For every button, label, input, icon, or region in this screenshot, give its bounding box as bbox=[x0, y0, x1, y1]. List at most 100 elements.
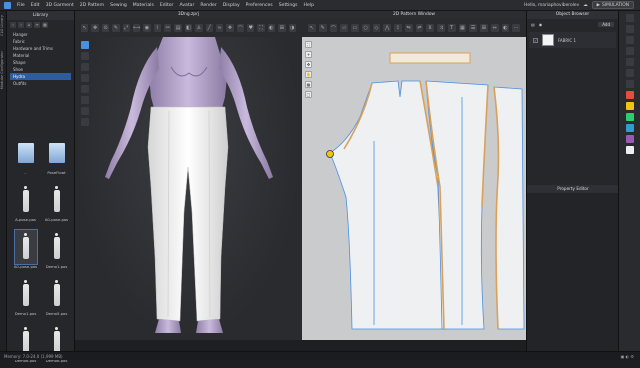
edit-curvature-icon[interactable]: ⌒ bbox=[329, 24, 338, 32]
clo-library-label[interactable]: CLO Library bbox=[0, 15, 7, 36]
library-item[interactable]: Demo5.pos bbox=[41, 277, 72, 321]
pattern-canvas[interactable] bbox=[302, 37, 526, 340]
edit-pattern-icon[interactable]: ✎ bbox=[318, 24, 327, 32]
3d-viewport[interactable]: 3Dng.zprj ↖ ✥ ⊙ ✎ ⤢ ⟷ ◉ ⌇ ✂ ▤ ◧ ♙ ╱ ≈ ❖ … bbox=[75, 11, 302, 340]
dart-icon[interactable]: ⋀ bbox=[383, 24, 391, 32]
tool-b-icon[interactable] bbox=[625, 36, 634, 44]
library-item[interactable]: Demo1.pos bbox=[10, 277, 41, 321]
fold-icon[interactable]: ⤢ bbox=[122, 24, 130, 32]
menu-preferences[interactable]: Preferences bbox=[246, 3, 273, 8]
segment-sewing-icon[interactable]: ⇋ bbox=[404, 24, 413, 32]
2d-pattern-window[interactable]: 2D Pattern Window ↖ ✎ ⌒ ▱ ▭ ○ ◇ ⋀ ⟟ ⇋ ⇌ … bbox=[302, 11, 526, 340]
text-icon[interactable]: T bbox=[447, 24, 456, 32]
tree-item-fabric[interactable]: Fabric bbox=[10, 38, 71, 45]
menu-file[interactable]: File bbox=[17, 3, 25, 8]
tab-fabric-icon[interactable]: ▤ bbox=[531, 22, 535, 27]
fabric-list-item[interactable]: ✓ FABRIC 1 bbox=[529, 32, 616, 48]
pattern-more-icon[interactable]: ⋯ bbox=[512, 24, 520, 32]
tree-item-hanger[interactable]: Hanger bbox=[10, 31, 71, 38]
capture-icon[interactable]: ⊞ bbox=[278, 24, 286, 32]
circle-icon[interactable]: ○ bbox=[361, 24, 370, 32]
menu-avatar[interactable]: Avatar bbox=[179, 3, 194, 8]
tool-c-icon[interactable] bbox=[625, 47, 634, 55]
pattern-view-icon[interactable]: ◐ bbox=[501, 24, 510, 32]
tree-item-outfits[interactable]: Outfits bbox=[10, 80, 71, 87]
tool-e-icon[interactable] bbox=[625, 69, 634, 77]
add-button[interactable]: Add bbox=[598, 21, 614, 27]
hanger-icon[interactable]: ⌒ bbox=[236, 24, 244, 32]
library-item[interactable]: .. bbox=[10, 136, 41, 180]
tool-a-icon[interactable] bbox=[625, 25, 634, 33]
free-sewing-icon[interactable]: ⇌ bbox=[415, 24, 424, 32]
symmetry-icon[interactable]: ⇔ bbox=[490, 24, 499, 32]
menu-sewing[interactable]: Sewing bbox=[110, 3, 127, 8]
color-blue-icon[interactable] bbox=[625, 124, 634, 132]
library-item[interactable]: Demo6.pos bbox=[41, 324, 72, 368]
menu-editor[interactable]: Editor bbox=[160, 3, 174, 8]
grading-icon[interactable]: ⊞ bbox=[480, 24, 488, 32]
tuck-icon[interactable]: ⊻ bbox=[426, 24, 434, 32]
list-view-icon[interactable]: ≡ bbox=[34, 21, 40, 28]
info-icon[interactable] bbox=[625, 14, 634, 22]
modular-configurator-label[interactable]: Modular Configurator bbox=[0, 51, 7, 89]
transform-pattern-icon[interactable]: ↖ bbox=[308, 24, 316, 32]
color-red-icon[interactable] bbox=[625, 91, 634, 99]
puckering-icon[interactable]: ≈ bbox=[215, 24, 224, 32]
tree-item-material[interactable]: Material bbox=[10, 52, 71, 59]
line-icon[interactable]: ╱ bbox=[205, 24, 213, 32]
menu-edit[interactable]: Edit bbox=[31, 3, 40, 8]
menu-2d-pattern[interactable]: 2D Pattern bbox=[80, 3, 104, 8]
menu-materials[interactable]: Materials bbox=[133, 3, 154, 8]
tree-item-hydra[interactable]: Hydra bbox=[10, 73, 71, 80]
library-item[interactable]: A0-pose.pos bbox=[41, 183, 72, 227]
pin-icon[interactable]: ⊙ bbox=[101, 24, 110, 32]
cloud-icon[interactable]: ☁ bbox=[583, 3, 587, 8]
trim-icon[interactable]: ✂ bbox=[164, 24, 172, 32]
home-icon[interactable]: ⌂ bbox=[26, 21, 32, 28]
tool-d-icon[interactable] bbox=[625, 58, 634, 66]
fold-arrangement-icon[interactable]: ⤨ bbox=[437, 24, 445, 32]
select-icon[interactable]: ↖ bbox=[81, 24, 89, 32]
library-item[interactable]: PoseFloat bbox=[41, 136, 72, 180]
color-white-icon[interactable] bbox=[625, 146, 634, 154]
menu-3d-garment[interactable]: 3D Garment bbox=[46, 3, 74, 8]
move-icon[interactable]: ✥ bbox=[91, 24, 99, 32]
avatar-with-trousers[interactable] bbox=[75, 37, 302, 340]
graphic-icon[interactable]: ◧ bbox=[184, 24, 193, 32]
button-tool-icon[interactable]: ◉ bbox=[143, 24, 151, 32]
internal-polygon-icon[interactable]: ◇ bbox=[372, 24, 381, 32]
sculpt-icon[interactable]: ❖ bbox=[226, 24, 234, 32]
tool-f-icon[interactable] bbox=[625, 80, 634, 88]
back-icon[interactable]: ‹ bbox=[10, 21, 16, 28]
library-item[interactable]: Demo6.pos bbox=[10, 324, 41, 368]
grid-icon[interactable]: ▦ bbox=[458, 24, 467, 32]
heart-icon[interactable]: ♥ bbox=[247, 24, 255, 32]
layer-icon[interactable]: ☰ bbox=[469, 24, 477, 32]
library-item-selected[interactable]: A0-pose.pos bbox=[10, 229, 41, 274]
zipper-icon[interactable]: ⌇ bbox=[153, 24, 161, 32]
tree-item-hardware[interactable]: Hardware and Trims bbox=[10, 45, 71, 52]
menu-settings[interactable]: Settings bbox=[279, 3, 298, 8]
measure-icon[interactable]: ⟷ bbox=[132, 24, 141, 32]
forward-icon[interactable]: › bbox=[18, 21, 24, 28]
menu-render[interactable]: Render bbox=[200, 3, 216, 8]
library-item[interactable]: A-pose.pos bbox=[10, 183, 41, 227]
shade-icon[interactable]: ◑ bbox=[288, 24, 296, 32]
simulation-button[interactable]: ▶ SIMULATION bbox=[591, 1, 634, 9]
color-purple-icon[interactable] bbox=[625, 135, 634, 143]
texture-icon[interactable]: ▤ bbox=[174, 24, 182, 32]
library-item[interactable]: Demo1.pos bbox=[41, 230, 72, 274]
tack-icon[interactable]: ✎ bbox=[112, 24, 120, 32]
tab-button-icon[interactable]: ◉ bbox=[539, 22, 543, 27]
trace-icon[interactable]: ⟟ bbox=[394, 24, 402, 32]
menu-display[interactable]: Display bbox=[223, 3, 240, 8]
color-yellow-icon[interactable] bbox=[625, 102, 634, 110]
tree-item-shape[interactable]: Shape bbox=[10, 59, 71, 66]
grid-view-icon[interactable]: ▦ bbox=[42, 21, 48, 28]
color-green-icon[interactable] bbox=[625, 113, 634, 121]
fabric-checkbox[interactable]: ✓ bbox=[533, 37, 538, 43]
rectangle-icon[interactable]: ▭ bbox=[351, 24, 359, 32]
avatar-tool-icon[interactable]: ♙ bbox=[195, 24, 203, 32]
menu-help[interactable]: Help bbox=[304, 3, 314, 8]
fit-icon[interactable]: ⛶ bbox=[257, 24, 265, 32]
